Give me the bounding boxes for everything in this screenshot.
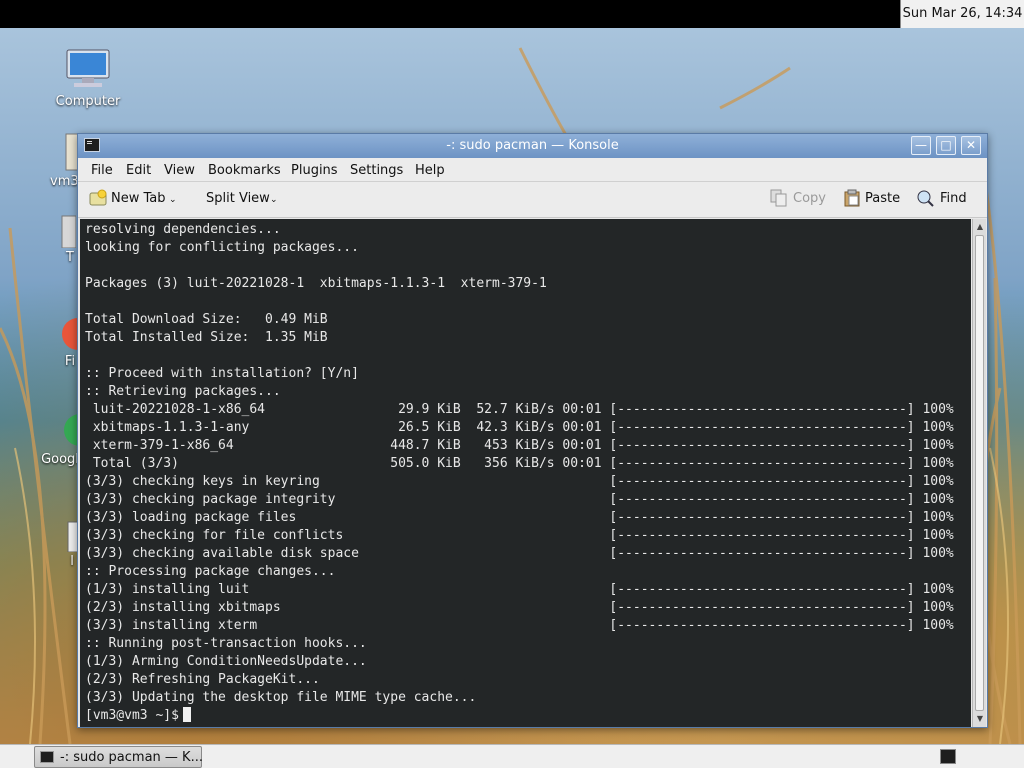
taskbar: -: sudo pacman — K... xyxy=(0,744,1024,768)
paste-icon xyxy=(844,189,860,207)
text-cursor xyxy=(182,707,191,722)
find-label: Find xyxy=(940,191,967,206)
terminal-line: Total Installed Size: 1.35 MiB xyxy=(85,330,328,345)
terminal-prompt-line[interactable]: [vm3@vm3 ~]$ xyxy=(85,707,954,725)
desktop-icon-firefox[interactable]: Fi xyxy=(62,316,78,369)
terminal-line: (3/3) checking package integrity [------… xyxy=(85,492,954,507)
terminal-line: Packages (3) luit-20221028-1 xbitmaps-1.… xyxy=(85,276,547,291)
clock[interactable]: Sun Mar 26, 14:34 xyxy=(900,0,1024,28)
computer-icon xyxy=(66,49,110,87)
close-icon: ✕ xyxy=(965,138,977,152)
menu-plugins[interactable]: Plugins xyxy=(291,163,338,178)
scroll-down-icon[interactable]: ▼ xyxy=(973,712,987,726)
tray-terminal-icon[interactable] xyxy=(940,749,956,764)
terminal-line: resolving dependencies... xyxy=(85,222,281,237)
terminal-line: (3/3) checking for file conflicts [-----… xyxy=(85,528,954,543)
firefox-icon xyxy=(62,318,78,350)
desktop-icon-chrome[interactable]: Googl xyxy=(40,410,96,467)
menu-view[interactable]: View xyxy=(164,163,195,178)
split-view-label: Split View xyxy=(206,191,270,206)
terminal-icon xyxy=(40,751,54,763)
terminal-line: :: Proceed with installation? [Y/n] xyxy=(85,366,359,381)
terminal-line: (2/3) installing xbitmaps [-------------… xyxy=(85,600,954,615)
terminal-line: xterm-379-1-x86_64 448.7 KiB 453 KiB/s 0… xyxy=(85,438,954,453)
window-titlebar[interactable]: -: sudo pacman — Konsole — □ ✕ xyxy=(78,134,987,158)
terminal-line: (2/3) Refreshing PackageKit... xyxy=(85,672,320,687)
maximize-icon: □ xyxy=(940,138,952,152)
trash-icon xyxy=(61,215,76,248)
terminal-line: (3/3) checking available disk space [---… xyxy=(85,546,954,561)
terminal-scrollbar[interactable]: ▲ ▼ xyxy=(972,219,986,727)
menu-bookmarks[interactable]: Bookmarks xyxy=(208,163,281,178)
toolbar: New Tab ⌄ Split View ⌄ Copy Paste Find xyxy=(78,182,987,218)
konsole-window: -: sudo pacman — Konsole — □ ✕ File Edit… xyxy=(77,133,988,728)
terminal-line: looking for conflicting packages... xyxy=(85,240,359,255)
terminal-line: :: Running post-transaction hooks... xyxy=(85,636,367,651)
terminal-line: (3/3) installing xterm [----------------… xyxy=(85,618,954,633)
terminal-line: Total (3/3) 505.0 KiB 356 KiB/s 00:01 [-… xyxy=(85,456,954,471)
menu-file[interactable]: File xyxy=(91,163,113,178)
terminal-line: (3/3) loading package files [-----------… xyxy=(85,510,954,525)
window-title: -: sudo pacman — Konsole xyxy=(446,138,619,153)
terminal-line: :: Retrieving packages... xyxy=(85,384,281,399)
chevron-down-icon: ⌄ xyxy=(270,195,278,205)
desktop-icon-label: Computer xyxy=(55,94,121,109)
terminal-line: (1/3) Arming ConditionNeedsUpdate... xyxy=(85,654,367,669)
copy-icon xyxy=(770,189,787,207)
menu-settings[interactable]: Settings xyxy=(350,163,403,178)
minimize-button[interactable]: — xyxy=(911,136,931,155)
top-panel: Sun Mar 26, 14:34 xyxy=(0,0,1024,28)
scroll-up-icon[interactable]: ▲ xyxy=(973,220,987,234)
terminal-line: (1/3) installing luit [-----------------… xyxy=(85,582,954,597)
terminal-view[interactable]: resolving dependencies... looking for con… xyxy=(80,219,971,727)
menu-help[interactable]: Help xyxy=(415,163,445,178)
close-button[interactable]: ✕ xyxy=(961,136,981,155)
taskbar-konsole-label: -: sudo pacman — K... xyxy=(60,750,203,765)
desktop-icon-label: Fi xyxy=(64,354,76,369)
terminal-output: resolving dependencies... looking for con… xyxy=(85,221,954,725)
shell-prompt: [vm3@vm3 ~]$ xyxy=(85,708,179,723)
scrollbar-thumb[interactable] xyxy=(975,235,984,711)
maximize-button[interactable]: □ xyxy=(936,136,956,155)
desktop-icon-label: Googl xyxy=(41,452,79,467)
menu-edit[interactable]: Edit xyxy=(126,163,151,178)
desktop-icon-computer[interactable]: Computer xyxy=(52,48,124,109)
new-tab-icon xyxy=(89,189,107,206)
paste-label: Paste xyxy=(865,191,901,206)
terminal-line: :: Processing package changes... xyxy=(85,564,336,579)
terminal-line: (3/3) Updating the desktop file MIME typ… xyxy=(85,690,477,705)
desktop-icon-home[interactable]: vm3 xyxy=(42,132,99,189)
find-icon xyxy=(917,190,934,207)
terminal-line: (3/3) checking keys in keyring [--------… xyxy=(85,474,954,489)
terminal-line: Total Download Size: 0.49 MiB xyxy=(85,312,328,327)
new-tab-label: New Tab xyxy=(111,191,166,206)
minimize-icon: — xyxy=(915,138,927,152)
taskbar-konsole-button[interactable]: -: sudo pacman — K... xyxy=(34,746,203,768)
chevron-down-icon: ⌄ xyxy=(169,195,177,205)
terminal-line: xbitmaps-1.1.3-1-any 26.5 KiB 42.3 KiB/s… xyxy=(85,420,954,435)
copy-label: Copy xyxy=(793,191,826,206)
menubar: File Edit View Bookmarks Plugins Setting… xyxy=(78,158,987,182)
terminal-line: luit-20221028-1-x86_64 29.9 KiB 52.7 KiB… xyxy=(85,402,954,417)
